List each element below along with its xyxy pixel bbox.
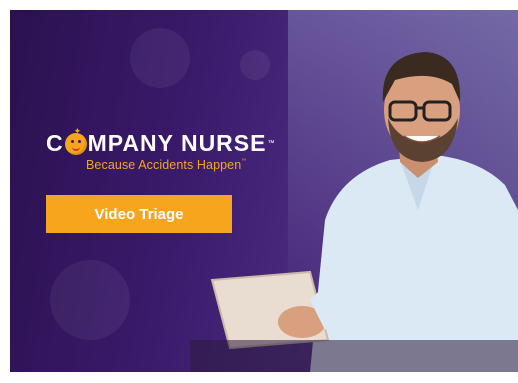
man-with-tablet-photo <box>190 52 518 372</box>
logo-wordmark: MPANY NURSE <box>87 130 267 156</box>
background-bokeh <box>50 260 130 340</box>
trademark-symbol: ™ <box>267 140 275 147</box>
background-bokeh <box>130 28 190 88</box>
logo-letter-c: C <box>46 130 64 156</box>
smiley-face-icon: ✦ <box>64 126 87 155</box>
logo-tagline: Because Accidents Happen™ <box>86 158 247 172</box>
company-logo: C ✦ MPANY NURSE ™ Because Accidents Happ… <box>46 126 275 173</box>
hero-banner: C ✦ MPANY NURSE ™ Because Accidents Happ… <box>10 10 518 372</box>
video-triage-button[interactable]: Video Triage <box>46 195 232 233</box>
